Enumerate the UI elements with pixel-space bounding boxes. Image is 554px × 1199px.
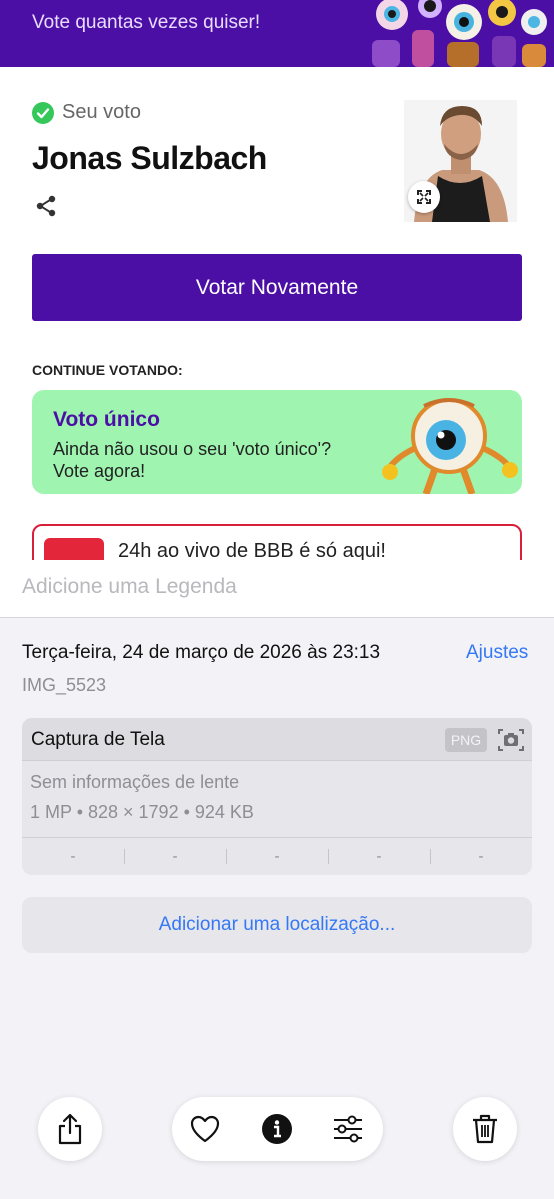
- share-button[interactable]: [38, 1097, 102, 1161]
- file-name: IMG_5523: [22, 675, 107, 695]
- single-vote-card[interactable]: Voto único Ainda não usou o seu 'voto ún…: [32, 390, 522, 494]
- info-button[interactable]: [259, 1111, 295, 1147]
- expand-icon: [417, 190, 431, 204]
- expand-photo-button[interactable]: [408, 181, 440, 213]
- image-specs: 1 MP • 828 × 1792 • 924 KB: [30, 802, 254, 822]
- candidate-name: Jonas Sulzbach: [32, 140, 267, 176]
- exif-iso: -: [70, 848, 76, 865]
- promo-banner: Vote quantas vezes quiser!: [0, 0, 554, 67]
- edit-adjust-button[interactable]: [330, 1111, 366, 1147]
- heart-icon: [190, 1115, 220, 1143]
- exif-focal-length: -: [124, 838, 226, 875]
- card-title: Voto único: [53, 408, 160, 431]
- mascot-illustration: [372, 0, 547, 67]
- card-text-line-1: Ainda não usou o seu 'voto único'?: [53, 439, 332, 459]
- check-circle-icon: [32, 102, 54, 124]
- live-badge-icon: [44, 538, 104, 560]
- metadata-header: Captura de Tela PNG: [22, 718, 532, 761]
- exif-aperture: -: [328, 838, 430, 875]
- screenshot-image[interactable]: Vote quantas vezes quiser! Seu voto Jona…: [0, 0, 554, 560]
- banner-text: Vote quantas vezes quiser!: [32, 12, 261, 33]
- info-icon: [262, 1114, 292, 1144]
- exif-shutter: -: [430, 838, 532, 875]
- delete-button[interactable]: [453, 1097, 517, 1161]
- eye-mascot-illustration: [382, 398, 518, 494]
- toolbar-actions: [172, 1097, 383, 1161]
- caption-placeholder[interactable]: Adicione uma Legenda: [22, 575, 237, 599]
- continue-voting-label: CONTINUE VOTANDO:: [32, 362, 183, 378]
- adjust-date-button[interactable]: Ajustes: [466, 642, 528, 664]
- exif-exposure: -: [226, 838, 328, 875]
- live-promo-card[interactable]: 24h ao vivo de BBB é só aqui!: [32, 524, 522, 560]
- vote-again-button[interactable]: Votar Novamente: [32, 254, 522, 321]
- favorite-button[interactable]: [187, 1111, 223, 1147]
- trash-icon: [473, 1114, 497, 1144]
- photo-date: Terça-feira, 24 de março de 2026 às 23:1…: [22, 642, 381, 663]
- caption-field[interactable]: Adicione uma Legenda: [0, 560, 554, 618]
- exif-row: - - - - -: [22, 838, 532, 875]
- card-text-line-2: Vote agora!: [53, 461, 146, 481]
- screenshot-camera-icon: [498, 729, 524, 751]
- share-nodes-icon[interactable]: [34, 194, 58, 218]
- vote-label: Seu voto: [62, 101, 141, 123]
- share-icon: [58, 1113, 82, 1145]
- format-badge: PNG: [445, 728, 487, 752]
- live-promo-text: 24h ao vivo de BBB é só aqui!: [118, 540, 386, 560]
- adjust-sliders-icon: [334, 1115, 362, 1143]
- lens-info: Sem informações de lente: [30, 772, 240, 792]
- metadata-card: Captura de Tela PNG Sem informações de l…: [22, 718, 532, 875]
- metadata-title: Captura de Tela: [31, 729, 165, 750]
- add-location-button[interactable]: Adicionar uma localização...: [22, 897, 532, 953]
